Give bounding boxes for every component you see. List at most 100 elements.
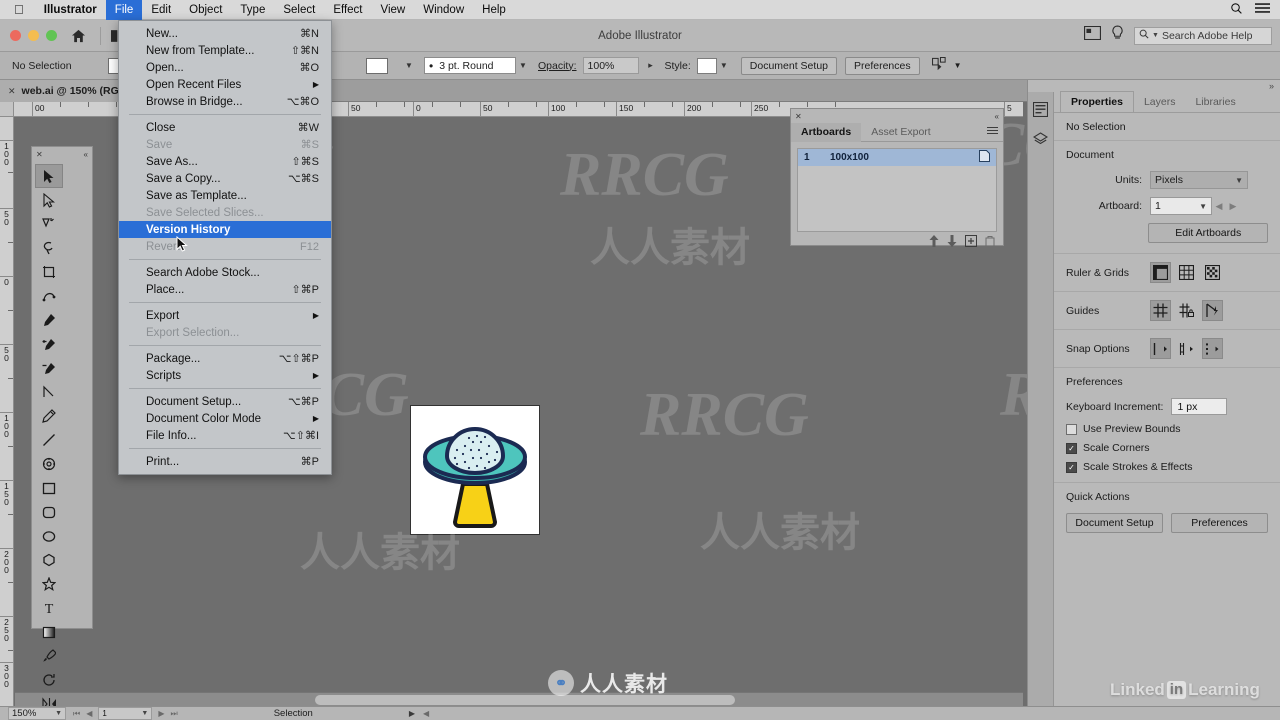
- move-up-icon[interactable]: [929, 234, 939, 252]
- ellipse-tool[interactable]: [35, 524, 63, 548]
- delete-artboard-icon[interactable]: [985, 234, 995, 252]
- menu-object[interactable]: Object: [180, 0, 231, 20]
- snap-to-grid-icon[interactable]: [1176, 338, 1197, 359]
- minimize-window-button[interactable]: [28, 30, 39, 41]
- pen-tool[interactable]: [35, 308, 63, 332]
- menu-item-new[interactable]: New... ⌘N: [119, 25, 331, 42]
- curvature-tool[interactable]: [35, 284, 63, 308]
- edit-artboards-button[interactable]: Edit Artboards: [1148, 223, 1268, 243]
- scale-corners-checkbox[interactable]: ✓: [1066, 442, 1077, 454]
- units-select[interactable]: Pixels ▼: [1150, 171, 1248, 189]
- menu-item-export[interactable]: Export ▶: [119, 307, 331, 324]
- use-preview-bounds-checkbox[interactable]: [1066, 423, 1077, 435]
- tab-artboards[interactable]: Artboards: [791, 122, 862, 142]
- close-window-button[interactable]: [10, 30, 21, 41]
- artboard-list-item[interactable]: 1 100x100: [798, 149, 996, 166]
- use-preview-bounds-row[interactable]: Use Preview Bounds: [1066, 423, 1268, 435]
- previous-page-icon[interactable]: ◀: [86, 709, 92, 718]
- direct-selection-tool[interactable]: [35, 188, 63, 212]
- spotlight-search-icon[interactable]: [1230, 2, 1243, 18]
- opacity-input[interactable]: 100%: [582, 57, 639, 74]
- scale-strokes-checkbox[interactable]: ✓: [1066, 461, 1077, 473]
- line-segment-tool[interactable]: [35, 428, 63, 452]
- rectangle-tool[interactable]: [35, 476, 63, 500]
- graphic-style-swatch[interactable]: [696, 57, 717, 74]
- close-tab-icon[interactable]: ✕: [8, 86, 16, 97]
- tab-asset-export[interactable]: Asset Export: [861, 123, 941, 142]
- menu-item-save-as[interactable]: Save As... ⇧⌘S: [119, 153, 331, 170]
- collapse-panel-icon[interactable]: «: [84, 150, 88, 159]
- menu-item-package[interactable]: Package... ⌥⇧⌘P: [119, 350, 331, 367]
- show-grid-icon[interactable]: [1176, 262, 1197, 283]
- stroke-swatch[interactable]: [366, 57, 388, 74]
- tab-layers[interactable]: Layers: [1134, 92, 1186, 112]
- artboards-list[interactable]: 1 100x100: [797, 148, 997, 232]
- menu-item-scripts[interactable]: Scripts ▶: [119, 367, 331, 384]
- star-tool[interactable]: [35, 572, 63, 596]
- scrollbar-thumb[interactable]: [315, 695, 735, 705]
- move-down-icon[interactable]: [947, 234, 957, 252]
- help-search-input[interactable]: ▼ Search Adobe Help: [1134, 26, 1272, 45]
- artboard-number-select[interactable]: 1 ▼: [98, 707, 153, 720]
- lasso-tool[interactable]: [35, 236, 63, 260]
- menu-item-search-adobe-stock[interactable]: Search Adobe Stock...: [119, 264, 331, 281]
- artboard-1[interactable]: [410, 405, 540, 535]
- menu-item-save-as-template[interactable]: Save as Template...: [119, 187, 331, 204]
- status-resize-icon[interactable]: ◀: [423, 709, 429, 718]
- quick-preferences-button[interactable]: Preferences: [1171, 513, 1268, 533]
- select-similar-objects-icon[interactable]: [931, 56, 948, 74]
- show-rulers-icon[interactable]: [1150, 262, 1171, 283]
- collapse-panel-icon[interactable]: «: [995, 112, 999, 121]
- menu-edit[interactable]: Edit: [142, 0, 180, 20]
- type-tool[interactable]: T: [35, 596, 63, 620]
- menu-item-open[interactable]: Open... ⌘O: [119, 59, 331, 76]
- selection-tool[interactable]: [35, 164, 63, 188]
- scale-corners-row[interactable]: ✓ Scale Corners: [1066, 442, 1268, 454]
- menu-item-new-from-template[interactable]: New from Template... ⇧⌘N: [119, 42, 331, 59]
- scale-strokes-row[interactable]: ✓ Scale Strokes & Effects: [1066, 461, 1268, 473]
- select-similar-dropdown-icon[interactable]: ▼: [954, 61, 962, 70]
- stroke-weight-dropdown-icon[interactable]: ▼: [402, 58, 416, 74]
- magic-wand-tool[interactable]: [35, 212, 63, 236]
- control-center-icon[interactable]: [1255, 2, 1270, 17]
- menu-item-place[interactable]: Place... ⇧⌘P: [119, 281, 331, 298]
- menu-select[interactable]: Select: [274, 0, 324, 20]
- opacity-options-icon[interactable]: ▸: [639, 58, 663, 74]
- anchor-point-tool[interactable]: [35, 380, 63, 404]
- stroke-profile-select[interactable]: • 3 pt. Round: [424, 57, 516, 74]
- show-guides-icon[interactable]: [1150, 300, 1171, 321]
- menu-item-version-history[interactable]: Version History: [119, 221, 331, 238]
- vertical-ruler[interactable]: 100 50 0 50 100 150 200 250 300: [0, 102, 14, 706]
- apple-icon[interactable]: : [0, 3, 35, 16]
- artboard-options-icon[interactable]: [979, 150, 990, 165]
- quick-document-setup-button[interactable]: Document Setup: [1066, 513, 1163, 533]
- tab-libraries[interactable]: Libraries: [1185, 92, 1245, 112]
- menu-effect[interactable]: Effect: [324, 0, 371, 20]
- opacity-label[interactable]: Opacity:: [538, 60, 577, 72]
- polygon-tool[interactable]: [35, 548, 63, 572]
- new-artboard-icon[interactable]: [965, 234, 977, 252]
- menu-item-document-setup[interactable]: Document Setup... ⌥⌘P: [119, 393, 331, 410]
- arrange-documents-icon[interactable]: [1084, 25, 1101, 45]
- add-anchor-point-tool[interactable]: [35, 332, 63, 356]
- previous-artboard-icon[interactable]: ◀: [1212, 201, 1226, 212]
- shaper-tool[interactable]: [35, 452, 63, 476]
- menu-window[interactable]: Window: [414, 0, 473, 20]
- last-page-icon[interactable]: ⏭: [171, 709, 178, 719]
- preferences-button[interactable]: Preferences: [845, 56, 920, 75]
- maximize-window-button[interactable]: [46, 30, 57, 41]
- menu-view[interactable]: View: [372, 0, 415, 20]
- rotate-tool[interactable]: [35, 668, 63, 692]
- delete-anchor-point-tool[interactable]: [35, 356, 63, 380]
- layers-dock-icon[interactable]: [1032, 130, 1050, 148]
- snap-to-pixel-icon[interactable]: [1202, 338, 1223, 359]
- tab-properties[interactable]: Properties: [1060, 91, 1134, 112]
- properties-dock-icon[interactable]: [1032, 100, 1050, 118]
- menu-item-print[interactable]: Print... ⌘P: [119, 453, 331, 470]
- menu-item-close[interactable]: Close ⌘W: [119, 119, 331, 136]
- lock-guides-icon[interactable]: [1176, 300, 1197, 321]
- paintbrush-tool[interactable]: [35, 644, 63, 668]
- next-artboard-icon[interactable]: ▶: [1226, 201, 1240, 212]
- first-page-icon[interactable]: ⏮: [73, 709, 80, 719]
- menu-illustrator[interactable]: Illustrator: [35, 0, 106, 20]
